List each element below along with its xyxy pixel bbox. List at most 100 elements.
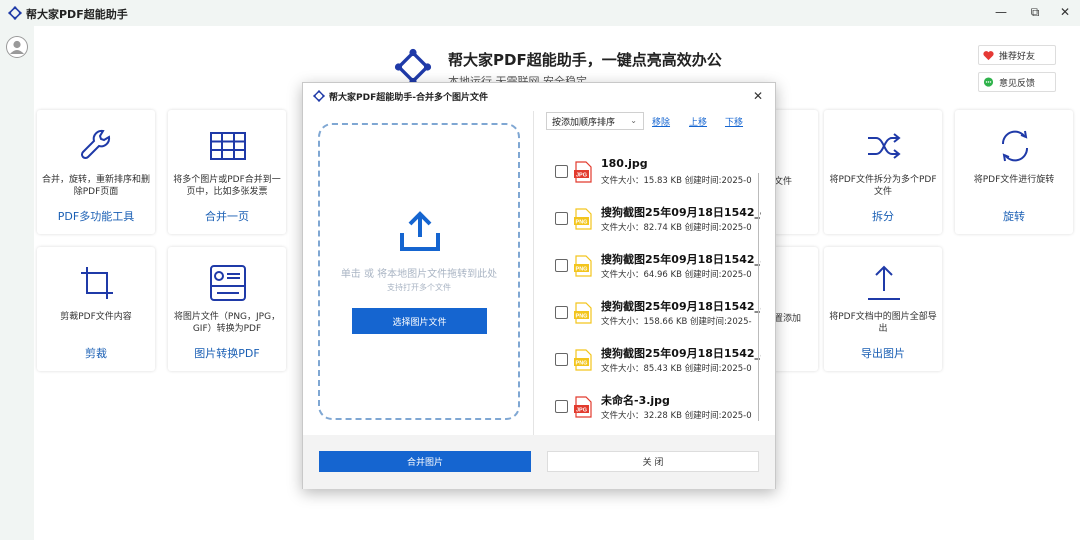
drop-sub-hint: 支持打开多个文件 [387, 283, 451, 292]
app-logo-icon [8, 6, 22, 20]
hero-title: 帮大家PDF超能助手，一键点亮高效办公 [448, 51, 722, 69]
recommend-label: 推荐好友 [999, 51, 1036, 62]
card-title: 图片转换PDF [194, 347, 260, 360]
list-item[interactable]: PNG 搜狗截图25年09月18日1542_50 文件大小：64.96 KB 创… [551, 249, 761, 289]
close-dialog-button[interactable]: 关 闭 [547, 451, 759, 472]
hero-logo-icon [394, 48, 432, 86]
recommend-button[interactable]: 推荐好友 [978, 45, 1056, 65]
list-item[interactable]: JPG 未命名-3.jpg 文件大小：32.28 KB 创建时间:2025-0 [551, 390, 761, 425]
file-checkbox[interactable] [555, 259, 568, 272]
card-partial-text: 置添加 [774, 314, 802, 324]
card-title: 旋转 [1003, 210, 1025, 223]
dialog-title: 帮大家PDF超能助手-合并多个图片文件 [329, 93, 488, 103]
file-name: 未命名-3.jpg [601, 394, 670, 407]
divider [533, 111, 534, 435]
dialog-footer: 合并图片 关 闭 [303, 435, 775, 489]
select-image-button[interactable]: 选择图片文件 [352, 308, 487, 334]
app-logo-icon [313, 90, 325, 102]
file-list: JPG 180.jpg 文件大小：15.83 KB 创建时间:2025-0 PN… [551, 145, 761, 425]
file-meta: 文件大小：15.83 KB 创建时间:2025-0 [601, 176, 752, 186]
card-partial-top[interactable]: 文件 [770, 110, 818, 234]
merge-images-button[interactable]: 合并图片 [319, 451, 531, 472]
feedback-button[interactable]: 意见反馈 [978, 72, 1056, 92]
list-item[interactable]: PNG 搜狗截图25年09月18日1542_52 文件大小：85.43 KB 创… [551, 343, 761, 383]
image-drop-zone[interactable]: 单击 或 将本地图片文件拖转到此处 支持打开多个文件 选择图片文件 [318, 123, 520, 420]
file-checkbox[interactable] [555, 400, 568, 413]
card-crop[interactable]: 剪裁PDF文件内容 剪裁 [37, 247, 155, 371]
card-desc: 将PDF文档中的图片全部导出 [829, 312, 937, 334]
file-type-label: JPG [576, 173, 587, 179]
upload-icon [400, 211, 440, 251]
card-title: 剪裁 [85, 347, 107, 360]
file-meta: 文件大小：64.96 KB 创建时间:2025-0 [601, 270, 752, 280]
rotate-icon [1001, 130, 1029, 162]
crop-icon [81, 267, 113, 299]
png-file-icon: PNG [574, 349, 592, 371]
file-name: 搜狗截图25年09月18日1542_51 [601, 300, 761, 313]
minimize-button[interactable]: — [984, 0, 1018, 24]
window-title: 帮大家PDF超能助手 [26, 8, 128, 21]
file-type-label: PNG [576, 267, 588, 273]
dialog-close-icon[interactable]: ✕ [749, 87, 767, 105]
card-partial-bottom[interactable]: 置添加 [770, 247, 818, 371]
file-checkbox[interactable] [555, 353, 568, 366]
drop-hint: 单击 或 将本地图片文件拖转到此处 [340, 269, 498, 280]
grid-icon [210, 132, 246, 160]
card-title: PDF多功能工具 [57, 210, 135, 223]
sort-select-value: 按添加顺序排序 [552, 117, 616, 128]
chevron-down-icon: ⌄ [630, 116, 637, 125]
file-type-label: PNG [576, 220, 588, 226]
list-item[interactable]: PNG 搜狗截图25年09月18日1542_51 文件大小：158.66 KB … [551, 296, 761, 336]
window-close-button[interactable]: ✕ [1048, 0, 1080, 24]
chat-bubble-icon [983, 76, 994, 87]
card-desc: 将PDF文件拆分为多个PDF文件 [829, 175, 937, 197]
dialog-header: 帮大家PDF超能助手-合并多个图片文件 ✕ [303, 83, 775, 109]
png-file-icon: PNG [574, 208, 592, 230]
file-name: 搜狗截图25年09月18日1542_52 [601, 347, 761, 360]
file-name: 180.jpg [601, 157, 648, 170]
export-arrow-icon [868, 265, 900, 300]
card-title: 拆分 [872, 210, 894, 223]
feedback-label: 意见反馈 [999, 78, 1036, 89]
heart-icon [983, 50, 994, 60]
card-merge-one-page[interactable]: 将多个图片或PDF合并到一页中，比如多张发票 合并一页 [168, 110, 286, 234]
merge-images-dialog: 帮大家PDF超能助手-合并多个图片文件 ✕ 单击 或 将本地图片文件拖转到此处 … [302, 82, 776, 489]
card-pdf-multitool[interactable]: 合并，旋转，重新排序和删除PDF页面 PDF多功能工具 [37, 110, 155, 234]
move-down-link[interactable]: 下移 [725, 115, 743, 128]
file-type-label: PNG [576, 314, 588, 320]
file-name: 搜狗截图25年09月18日1542_50 [601, 253, 761, 266]
file-name: 搜狗截图25年09月18日1542_49 [601, 206, 761, 219]
png-file-icon: PNG [574, 255, 592, 277]
file-type-label: JPG [576, 408, 587, 414]
file-list-scrollbar[interactable] [758, 173, 759, 421]
card-title: 合并一页 [205, 210, 249, 223]
card-desc: 合并，旋转，重新排序和删除PDF页面 [41, 175, 150, 197]
jpg-file-icon: JPG [574, 396, 592, 418]
card-desc: 将多个图片或PDF合并到一页中，比如多张发票 [173, 175, 281, 197]
file-meta: 文件大小：158.66 KB 创建时间:2025- [601, 317, 752, 327]
card-split[interactable]: 将PDF文件拆分为多个PDF文件 拆分 [824, 110, 942, 234]
card-desc: 将PDF文件进行旋转 [973, 175, 1055, 185]
list-item[interactable]: PNG 搜狗截图25年09月18日1542_49 文件大小：82.74 KB 创… [551, 202, 761, 242]
card-export-images[interactable]: 将PDF文档中的图片全部导出 导出图片 [824, 247, 942, 371]
sort-select[interactable]: 按添加顺序排序 ⌄ [546, 112, 644, 130]
user-avatar[interactable] [6, 36, 28, 58]
card-image-to-pdf[interactable]: 将图片文件（PNG，JPG，GIF）转换为PDF 图片转换PDF [168, 247, 286, 371]
jpg-file-icon: JPG [574, 161, 592, 183]
list-item[interactable]: JPG 180.jpg 文件大小：15.83 KB 创建时间:2025-0 [551, 155, 761, 195]
card-rotate[interactable]: 将PDF文件进行旋转 旋转 [955, 110, 1073, 234]
move-up-link[interactable]: 上移 [689, 115, 707, 128]
file-checkbox[interactable] [555, 306, 568, 319]
png-file-icon: PNG [574, 302, 592, 324]
wrench-icon [80, 129, 111, 160]
shuffle-icon [868, 133, 901, 159]
file-checkbox[interactable] [555, 212, 568, 225]
card-desc: 剪裁PDF文件内容 [60, 312, 132, 322]
restore-button[interactable]: ⧉ [1018, 0, 1052, 24]
file-meta: 文件大小：85.43 KB 创建时间:2025-0 [601, 364, 752, 374]
card-desc: 将图片文件（PNG，JPG，GIF）转换为PDF [173, 312, 281, 334]
remove-link[interactable]: 移除 [652, 115, 670, 128]
file-meta: 文件大小：82.74 KB 创建时间:2025-0 [601, 223, 752, 233]
file-checkbox[interactable] [555, 165, 568, 178]
user-icon [6, 36, 28, 58]
